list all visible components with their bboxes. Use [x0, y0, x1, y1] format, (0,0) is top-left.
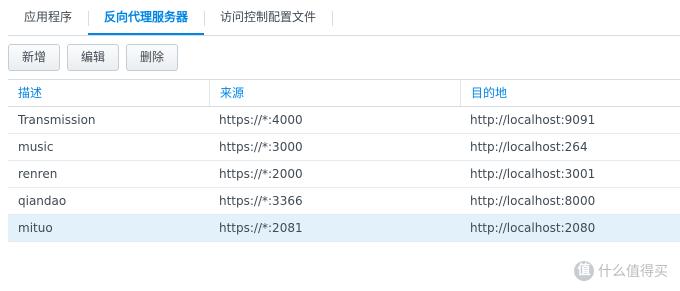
cell-description: renren: [18, 167, 58, 181]
column-header-description[interactable]: 描述: [8, 80, 209, 106]
column-header-source[interactable]: 来源: [209, 80, 460, 106]
cell-description: qiandao: [18, 194, 67, 208]
cell-destination: http://localhost:2080: [470, 221, 596, 235]
watermark-badge-icon: 值: [574, 261, 594, 281]
tab-access-control-profiles[interactable]: 访问控制配置文件: [204, 2, 332, 35]
table-row[interactable]: qiandao https://*:3366 http://localhost:…: [8, 188, 680, 215]
tab-reverse-proxy[interactable]: 反向代理服务器: [88, 2, 205, 35]
cell-source: https://*:3000: [219, 140, 303, 154]
cell-source: https://*:4000: [219, 113, 303, 127]
edit-button[interactable]: 编辑: [67, 44, 120, 71]
cell-source: https://*:3366: [219, 194, 303, 208]
cell-description: Transmission: [18, 113, 96, 127]
cell-destination: http://localhost:8000: [470, 194, 596, 208]
toolbar: 新增 编辑 删除: [8, 44, 179, 71]
tab-bar-divider: [332, 11, 680, 26]
cell-source: https://*:2000: [219, 167, 303, 181]
reverse-proxy-table: 描述 来源 目的地 Transmission https://*:4000 ht…: [8, 79, 680, 242]
tab-bar: 应用程序 反向代理服务器 访问控制配置文件: [8, 2, 680, 36]
cell-destination: http://localhost:3001: [470, 167, 596, 181]
table-row[interactable]: renren https://*:2000 http://localhost:3…: [8, 161, 680, 188]
cell-description: music: [18, 140, 54, 154]
table-row[interactable]: music https://*:3000 http://localhost:26…: [8, 134, 680, 161]
watermark-logo: 值 什么值得买: [574, 261, 668, 281]
cell-destination: http://localhost:9091: [470, 113, 596, 127]
tab-applications[interactable]: 应用程序: [8, 2, 88, 35]
table-header: 描述 来源 目的地: [8, 80, 680, 107]
delete-button[interactable]: 删除: [126, 44, 179, 71]
watermark-text: 什么值得买: [598, 264, 668, 280]
create-button[interactable]: 新增: [8, 44, 61, 71]
table-row[interactable]: Transmission https://*:4000 http://local…: [8, 107, 680, 134]
cell-destination: http://localhost:264: [470, 140, 588, 154]
table-row-selected[interactable]: mituo https://*:2081 http://localhost:20…: [8, 215, 680, 242]
column-header-destination[interactable]: 目的地: [460, 80, 680, 106]
cell-description: mituo: [18, 221, 53, 235]
cell-source: https://*:2081: [219, 221, 303, 235]
